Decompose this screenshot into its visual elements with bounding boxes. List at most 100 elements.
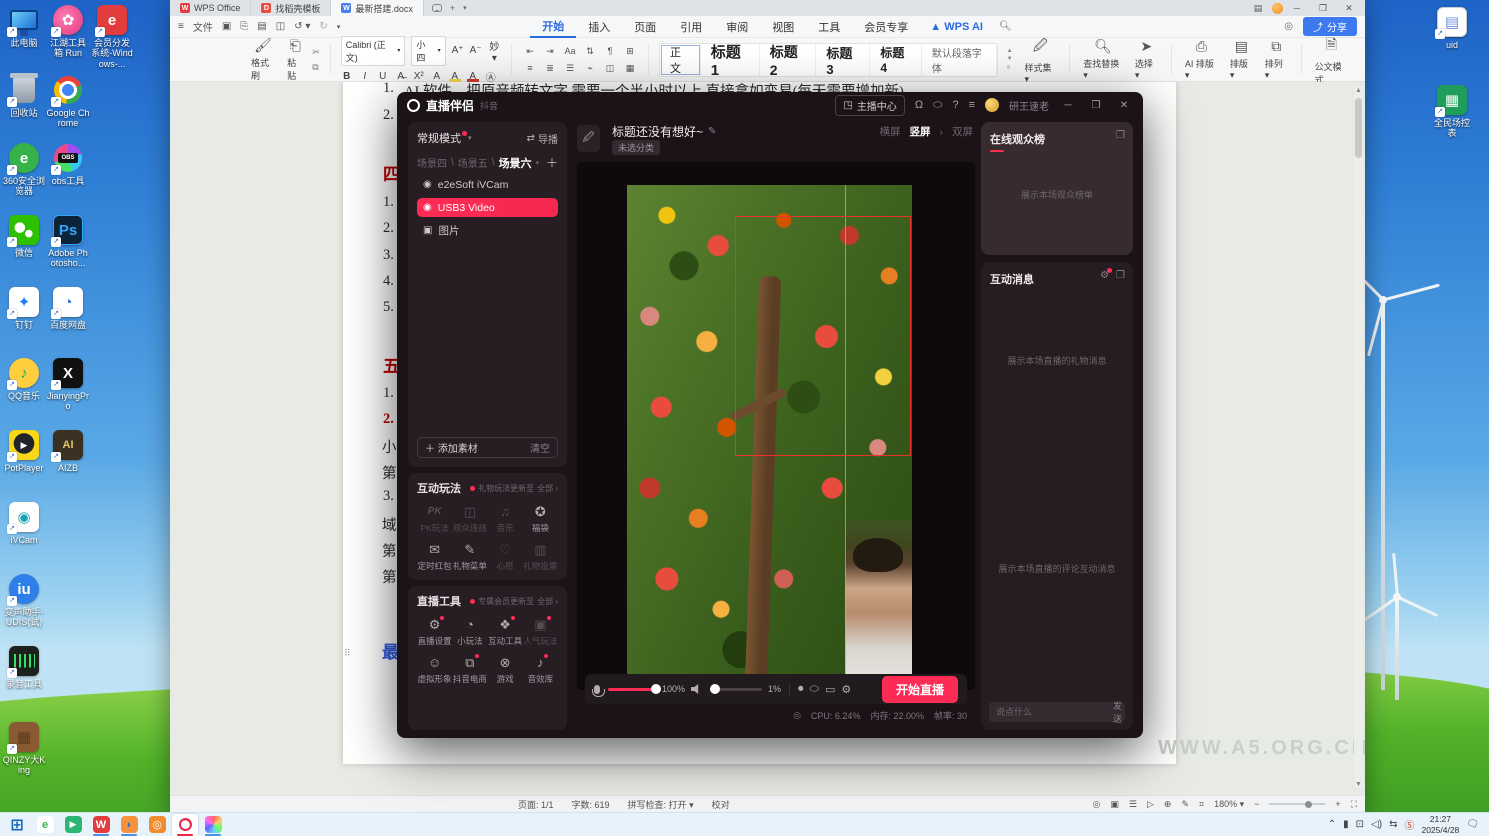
network-tray-icon[interactable]: ⇆ xyxy=(1389,819,1397,830)
battery-icon[interactable]: ▮ xyxy=(1343,819,1349,830)
hamburger-menu-icon[interactable]: ≡ xyxy=(178,21,184,32)
wps-app[interactable]: W xyxy=(88,814,114,836)
wps-account-avatar[interactable] xyxy=(1272,2,1283,14)
ribbon-tab-引用[interactable]: 引用 xyxy=(668,17,714,37)
scene-tab[interactable]: 场景五 xyxy=(458,155,488,170)
security-tray-icon[interactable]: Ⓢ xyxy=(1404,817,1414,832)
edit-mode-icon[interactable]: ✎ xyxy=(1181,799,1189,810)
eye-mode-icon[interactable]: ◎ xyxy=(1093,799,1101,810)
desktop-icon[interactable]: 回收站 xyxy=(2,73,46,129)
style-set-button[interactable]: 🖉 样式集 ▾ xyxy=(1022,35,1060,85)
video-app[interactable]: ▶ xyxy=(60,814,86,836)
source-item[interactable]: ◉ e2eSoft iVCam xyxy=(417,175,558,194)
speaker-volume-slider[interactable] xyxy=(710,684,763,694)
font-family-select[interactable]: Calibri (正文) ▾ xyxy=(340,35,406,66)
ai-layout-button[interactable]: ⎙ AI 排版 ▾ xyxy=(1182,38,1221,81)
tool-item[interactable]: ✪ 福袋 xyxy=(523,505,558,534)
microphone-icon[interactable] xyxy=(591,684,605,697)
wps-minimize-button[interactable]: ─ xyxy=(1285,1,1309,15)
color-wheel-app[interactable] xyxy=(200,814,226,836)
paste-button[interactable]: ⎗ 粘贴 xyxy=(284,37,306,82)
desktop-icon[interactable]: Ps Adobe Photosho... xyxy=(46,214,90,269)
page-view-icon[interactable]: ▣ xyxy=(1110,799,1119,810)
start-live-button[interactable]: 开始直播 xyxy=(881,675,958,703)
category-tag[interactable]: 未选分类 xyxy=(612,140,661,155)
layout-button[interactable]: ▤ 排版 ▾ xyxy=(1227,38,1256,81)
highlight-button[interactable]: A xyxy=(449,71,461,82)
paragraph-drag-handle[interactable]: ⠿ xyxy=(344,648,352,659)
stream-settings-icon[interactable]: ⚙ xyxy=(841,683,851,696)
layout-grid-icon[interactable]: ▤ xyxy=(1246,1,1270,15)
copy-icon[interactable]: ⧉ xyxy=(312,62,320,73)
word-count[interactable]: 字数: 619 xyxy=(572,798,610,811)
blue-tool-app[interactable]: ◗ xyxy=(116,814,142,836)
format-painter-button[interactable]: 🖌︎ 格式刷 xyxy=(248,37,278,82)
ribbon-search-icon[interactable]: 🔍︎ xyxy=(999,21,1012,32)
wps-document-tab[interactable]: W WPS Office xyxy=(170,0,252,16)
desktop-icon[interactable]: 录音工具 xyxy=(2,645,46,689)
speaker-icon[interactable] xyxy=(691,684,699,694)
tool-item[interactable]: ✉ 定时红包 xyxy=(417,543,452,572)
style-item[interactable]: 标题 4 xyxy=(870,43,922,76)
desktop-icon[interactable]: OBS obs工具 xyxy=(46,142,90,197)
play-section-all-link[interactable]: 全部 › xyxy=(537,483,558,494)
comment-display-icon[interactable]: ⬭ xyxy=(810,683,819,696)
mic-volume-slider[interactable] xyxy=(608,684,661,694)
new-tab-button[interactable]: + xyxy=(450,3,455,13)
paragraph-tool-icon[interactable]: ≡ xyxy=(522,61,538,75)
ribbon-tab-插入[interactable]: 插入 xyxy=(576,17,622,37)
web-view-icon[interactable]: ⊕ xyxy=(1164,799,1172,810)
gov-mode-button[interactable]: 🗎 公文模式 xyxy=(1312,34,1351,86)
more-icon[interactable]: ▾ xyxy=(337,23,341,31)
preview-icon[interactable]: ◫ xyxy=(276,21,285,32)
superscript-button[interactable]: X² xyxy=(413,71,425,82)
wps-document-tab[interactable]: D 找稻壳模板 xyxy=(251,0,332,16)
volume-icon[interactable]: ◁) xyxy=(1371,819,1382,830)
zoom-in-button[interactable]: + xyxy=(1335,799,1340,809)
stream-preview[interactable] xyxy=(577,162,975,702)
app-minimize-button[interactable]: ─ xyxy=(1059,100,1077,111)
headset-icon[interactable]: Ω xyxy=(915,99,923,111)
style-item[interactable]: 标题 2 xyxy=(760,43,817,78)
desktop-icon[interactable]: ◉ iVCam xyxy=(2,501,46,545)
desktop-icon[interactable]: ✦ 钉钉 xyxy=(2,286,46,330)
paragraph-tool-icon[interactable]: ¶ xyxy=(602,44,618,58)
scene-tab[interactable]: 场景六 xyxy=(499,155,532,171)
wps-document-tab[interactable]: W 最新搭建.docx xyxy=(331,0,424,16)
font-color-button[interactable]: A xyxy=(467,71,479,82)
desktop-icon[interactable]: ◔ 百度网盘 xyxy=(46,286,90,330)
viewers-title[interactable]: 在线观众榜 xyxy=(990,131,1045,147)
display-icon[interactable]: ⊡ xyxy=(1356,819,1364,830)
desktop-icon[interactable]: Google Chrome xyxy=(46,74,90,129)
paragraph-tool-icon[interactable]: Aa xyxy=(562,44,578,58)
edit-pencil-icon[interactable]: ✎ xyxy=(708,126,716,137)
style-item[interactable]: 正文 xyxy=(660,43,701,76)
desktop-icon[interactable]: AI AIZB xyxy=(46,429,90,473)
file-menu[interactable]: 文件 xyxy=(193,19,213,34)
menu-icon[interactable]: ≡ xyxy=(969,99,975,111)
record-icon[interactable]: ⏺ xyxy=(798,683,804,696)
cut-icon[interactable]: ✂ xyxy=(312,47,320,58)
style-item[interactable]: 默认段落字体 xyxy=(922,43,997,76)
select-button[interactable]: ➤ 选择 ▾ xyxy=(1132,38,1161,81)
paragraph-tool-icon[interactable]: ☰ xyxy=(562,61,578,75)
popout-icon[interactable]: ❐ xyxy=(1116,130,1125,141)
desktop-icon[interactable]: ✿ 江湖工具箱 Run xyxy=(46,4,90,69)
paragraph-tool-icon[interactable]: ≣ xyxy=(542,61,558,75)
notification-center-icon[interactable]: 🗨︎ xyxy=(1466,819,1479,830)
undo-icon[interactable]: ↺ ▾ xyxy=(294,21,310,32)
play-view-icon[interactable]: ▷ xyxy=(1147,799,1154,810)
fullscreen-icon[interactable]: ⛶ xyxy=(1351,799,1357,810)
desktop-icon[interactable]: X JianyingPro xyxy=(46,357,90,412)
screen-mode-2[interactable]: 竖屏 xyxy=(910,124,931,139)
ribbon-tab-页面[interactable]: 页面 xyxy=(622,17,668,37)
desktop-icon[interactable]: ▶ PotPlayer xyxy=(2,429,46,473)
desktop-icon[interactable]: e会员分发系统-Windows-... xyxy=(90,4,134,69)
increase-font-icon[interactable]: A⁺ xyxy=(452,45,464,56)
video-feed[interactable] xyxy=(627,185,912,690)
tool-item[interactable]: ♪ 音效库 xyxy=(523,654,558,685)
ribbon-tab-会员专享[interactable]: 会员专享 xyxy=(852,17,920,37)
tool-item[interactable]: ✎ 礼物菜单 xyxy=(452,543,487,572)
paragraph-tool-icon[interactable]: ⊞ xyxy=(622,44,638,58)
text-effect-icon[interactable]: 妙▾ xyxy=(488,38,501,64)
